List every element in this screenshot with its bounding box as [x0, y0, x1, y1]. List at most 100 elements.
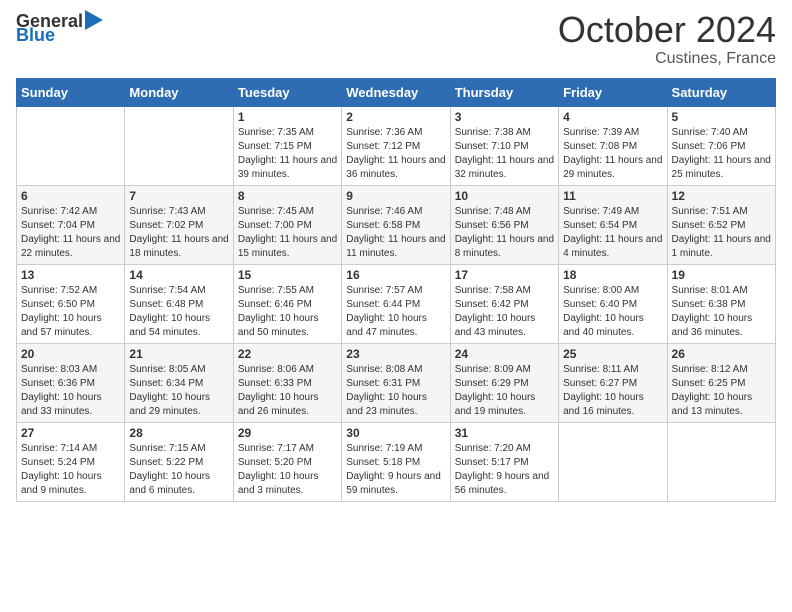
day-number: 22	[238, 347, 337, 361]
calendar-table: Sunday Monday Tuesday Wednesday Thursday…	[16, 78, 776, 502]
location-title: Custines, France	[558, 50, 776, 68]
col-friday: Friday	[559, 79, 667, 107]
logo-arrow-icon	[85, 10, 103, 30]
calendar-cell: 4Sunrise: 7:39 AMSunset: 7:08 PMDaylight…	[559, 107, 667, 186]
day-info: Sunrise: 7:36 AMSunset: 7:12 PMDaylight:…	[346, 126, 445, 182]
day-info: Sunrise: 7:58 AMSunset: 6:42 PMDaylight:…	[455, 284, 554, 340]
calendar-cell	[125, 107, 233, 186]
day-number: 27	[21, 426, 120, 440]
day-number: 14	[129, 268, 228, 282]
month-title: October 2024	[558, 12, 776, 48]
day-info: Sunrise: 7:17 AMSunset: 5:20 PMDaylight:…	[238, 442, 337, 498]
day-info: Sunrise: 8:12 AMSunset: 6:25 PMDaylight:…	[672, 363, 771, 419]
col-sunday: Sunday	[17, 79, 125, 107]
calendar-cell: 15 Sunrise: 7:55 AMSunset: 6:46 PMDayligh…	[233, 265, 341, 344]
day-number: 11	[563, 189, 662, 203]
day-info: Sunrise: 8:11 AMSunset: 6:27 PMDaylight:…	[563, 363, 662, 419]
calendar-cell	[17, 107, 125, 186]
calendar-cell: 27 Sunrise: 7:14 AMSunset: 5:24 PMDayligh…	[17, 423, 125, 502]
day-info: Sunrise: 7:35 AMSunset: 7:15 PMDaylight:…	[238, 126, 337, 182]
calendar-cell: 18 Sunrise: 8:00 AMSunset: 6:40 PMDayligh…	[559, 265, 667, 344]
day-info: Sunrise: 7:52 AMSunset: 6:50 PMDaylight:…	[21, 284, 120, 340]
day-info: Sunrise: 7:19 AMSunset: 5:18 PMDaylight:…	[346, 442, 445, 498]
calendar-week-1: 1 Sunrise: 7:35 AMSunset: 7:15 PMDaylight…	[17, 107, 776, 186]
calendar-week-3: 13 Sunrise: 7:52 AMSunset: 6:50 PMDayligh…	[17, 265, 776, 344]
logo: General Blue	[16, 12, 103, 44]
day-number: 26	[672, 347, 771, 361]
day-info: Sunrise: 7:43 AMSunset: 7:02 PMDaylight:…	[129, 205, 228, 261]
day-number: 7	[129, 189, 228, 203]
day-number: 15	[238, 268, 337, 282]
calendar-cell: 3Sunrise: 7:38 AMSunset: 7:10 PMDaylight…	[450, 107, 558, 186]
day-info: Sunrise: 8:00 AMSunset: 6:40 PMDaylight:…	[563, 284, 662, 340]
day-number: 25	[563, 347, 662, 361]
calendar-header-row: Sunday Monday Tuesday Wednesday Thursday…	[17, 79, 776, 107]
day-number: 10	[455, 189, 554, 203]
day-info: Sunrise: 7:46 AMSunset: 6:58 PMDaylight:…	[346, 205, 445, 261]
day-number: 18	[563, 268, 662, 282]
calendar-week-4: 20 Sunrise: 8:03 AMSunset: 6:36 PMDayligh…	[17, 344, 776, 423]
day-number: 2	[346, 110, 445, 124]
calendar-cell	[559, 423, 667, 502]
day-number: 4	[563, 110, 662, 124]
calendar-cell: 23Sunrise: 8:08 AMSunset: 6:31 PMDayligh…	[342, 344, 450, 423]
day-info: Sunrise: 8:06 AMSunset: 6:33 PMDaylight:…	[238, 363, 337, 419]
calendar-week-2: 6Sunrise: 7:42 AMSunset: 7:04 PMDaylight…	[17, 186, 776, 265]
col-monday: Monday	[125, 79, 233, 107]
col-tuesday: Tuesday	[233, 79, 341, 107]
title-area: October 2024 Custines, France	[558, 12, 776, 68]
day-number: 29	[238, 426, 337, 440]
calendar-cell: 22 Sunrise: 8:06 AMSunset: 6:33 PMDayligh…	[233, 344, 341, 423]
calendar-cell	[667, 423, 775, 502]
day-info: Sunrise: 7:40 AMSunset: 7:06 PMDaylight:…	[672, 126, 771, 182]
calendar-cell: 29 Sunrise: 7:17 AMSunset: 5:20 PMDayligh…	[233, 423, 341, 502]
day-info: Sunrise: 7:55 AMSunset: 6:46 PMDaylight:…	[238, 284, 337, 340]
calendar-cell: 1 Sunrise: 7:35 AMSunset: 7:15 PMDaylight…	[233, 107, 341, 186]
col-thursday: Thursday	[450, 79, 558, 107]
calendar-cell: 25 Sunrise: 8:11 AMSunset: 6:27 PMDayligh…	[559, 344, 667, 423]
day-number: 28	[129, 426, 228, 440]
day-info: Sunrise: 8:03 AMSunset: 6:36 PMDaylight:…	[21, 363, 120, 419]
calendar-cell: 17Sunrise: 7:58 AMSunset: 6:42 PMDayligh…	[450, 265, 558, 344]
calendar-cell: 5Sunrise: 7:40 AMSunset: 7:06 PMDaylight…	[667, 107, 775, 186]
calendar-cell: 31 Sunrise: 7:20 AMSunset: 5:17 PMDayligh…	[450, 423, 558, 502]
calendar-cell: 21 Sunrise: 8:05 AMSunset: 6:34 PMDayligh…	[125, 344, 233, 423]
day-info: Sunrise: 8:01 AMSunset: 6:38 PMDaylight:…	[672, 284, 771, 340]
day-info: Sunrise: 7:48 AMSunset: 6:56 PMDaylight:…	[455, 205, 554, 261]
day-number: 19	[672, 268, 771, 282]
day-info: Sunrise: 8:08 AMSunset: 6:31 PMDaylight:…	[346, 363, 445, 419]
calendar-cell: 28 Sunrise: 7:15 AMSunset: 5:22 PMDayligh…	[125, 423, 233, 502]
calendar-cell: 11Sunrise: 7:49 AMSunset: 6:54 PMDayligh…	[559, 186, 667, 265]
calendar-cell: 26 Sunrise: 8:12 AMSunset: 6:25 PMDayligh…	[667, 344, 775, 423]
col-wednesday: Wednesday	[342, 79, 450, 107]
day-number: 6	[21, 189, 120, 203]
day-number: 24	[455, 347, 554, 361]
calendar-cell: 13 Sunrise: 7:52 AMSunset: 6:50 PMDayligh…	[17, 265, 125, 344]
day-info: Sunrise: 8:09 AMSunset: 6:29 PMDaylight:…	[455, 363, 554, 419]
calendar-cell: 19 Sunrise: 8:01 AMSunset: 6:38 PMDayligh…	[667, 265, 775, 344]
calendar-cell: 8Sunrise: 7:45 AMSunset: 7:00 PMDaylight…	[233, 186, 341, 265]
day-number: 21	[129, 347, 228, 361]
day-info: Sunrise: 7:57 AMSunset: 6:44 PMDaylight:…	[346, 284, 445, 340]
day-info: Sunrise: 7:51 AMSunset: 6:52 PMDaylight:…	[672, 205, 771, 261]
day-info: Sunrise: 8:05 AMSunset: 6:34 PMDaylight:…	[129, 363, 228, 419]
day-number: 13	[21, 268, 120, 282]
day-number: 31	[455, 426, 554, 440]
day-info: Sunrise: 7:15 AMSunset: 5:22 PMDaylight:…	[129, 442, 228, 498]
day-number: 12	[672, 189, 771, 203]
calendar-cell: 24 Sunrise: 8:09 AMSunset: 6:29 PMDayligh…	[450, 344, 558, 423]
calendar-cell: 12 Sunrise: 7:51 AMSunset: 6:52 PMDayligh…	[667, 186, 775, 265]
day-info: Sunrise: 7:45 AMSunset: 7:00 PMDaylight:…	[238, 205, 337, 261]
calendar-week-5: 27 Sunrise: 7:14 AMSunset: 5:24 PMDayligh…	[17, 423, 776, 502]
header: General Blue October 2024 Custines, Fran…	[16, 12, 776, 68]
calendar-cell: 14Sunrise: 7:54 AMSunset: 6:48 PMDayligh…	[125, 265, 233, 344]
day-number: 1	[238, 110, 337, 124]
day-info: Sunrise: 7:38 AMSunset: 7:10 PMDaylight:…	[455, 126, 554, 182]
day-info: Sunrise: 7:20 AMSunset: 5:17 PMDaylight:…	[455, 442, 554, 498]
calendar-cell: 16Sunrise: 7:57 AMSunset: 6:44 PMDayligh…	[342, 265, 450, 344]
calendar-cell: 20 Sunrise: 8:03 AMSunset: 6:36 PMDayligh…	[17, 344, 125, 423]
calendar-cell: 10 Sunrise: 7:48 AMSunset: 6:56 PMDayligh…	[450, 186, 558, 265]
day-info: Sunrise: 7:14 AMSunset: 5:24 PMDaylight:…	[21, 442, 120, 498]
day-number: 20	[21, 347, 120, 361]
day-number: 9	[346, 189, 445, 203]
